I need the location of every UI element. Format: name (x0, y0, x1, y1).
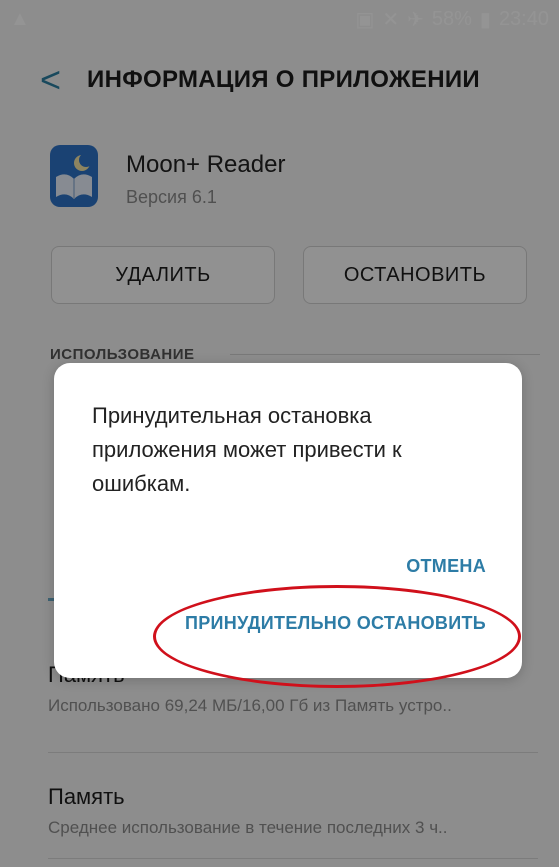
dialog-message: Принудительная остановка приложения може… (92, 403, 402, 497)
app-info-screen: ▲ ▣ ✕ ✈ 58% ▮ 23:40 < ИНФОРМАЦИЯ О ПРИЛО… (0, 0, 559, 867)
cancel-button[interactable]: ОТМЕНА (406, 556, 486, 577)
highlight-annotation (153, 585, 521, 688)
